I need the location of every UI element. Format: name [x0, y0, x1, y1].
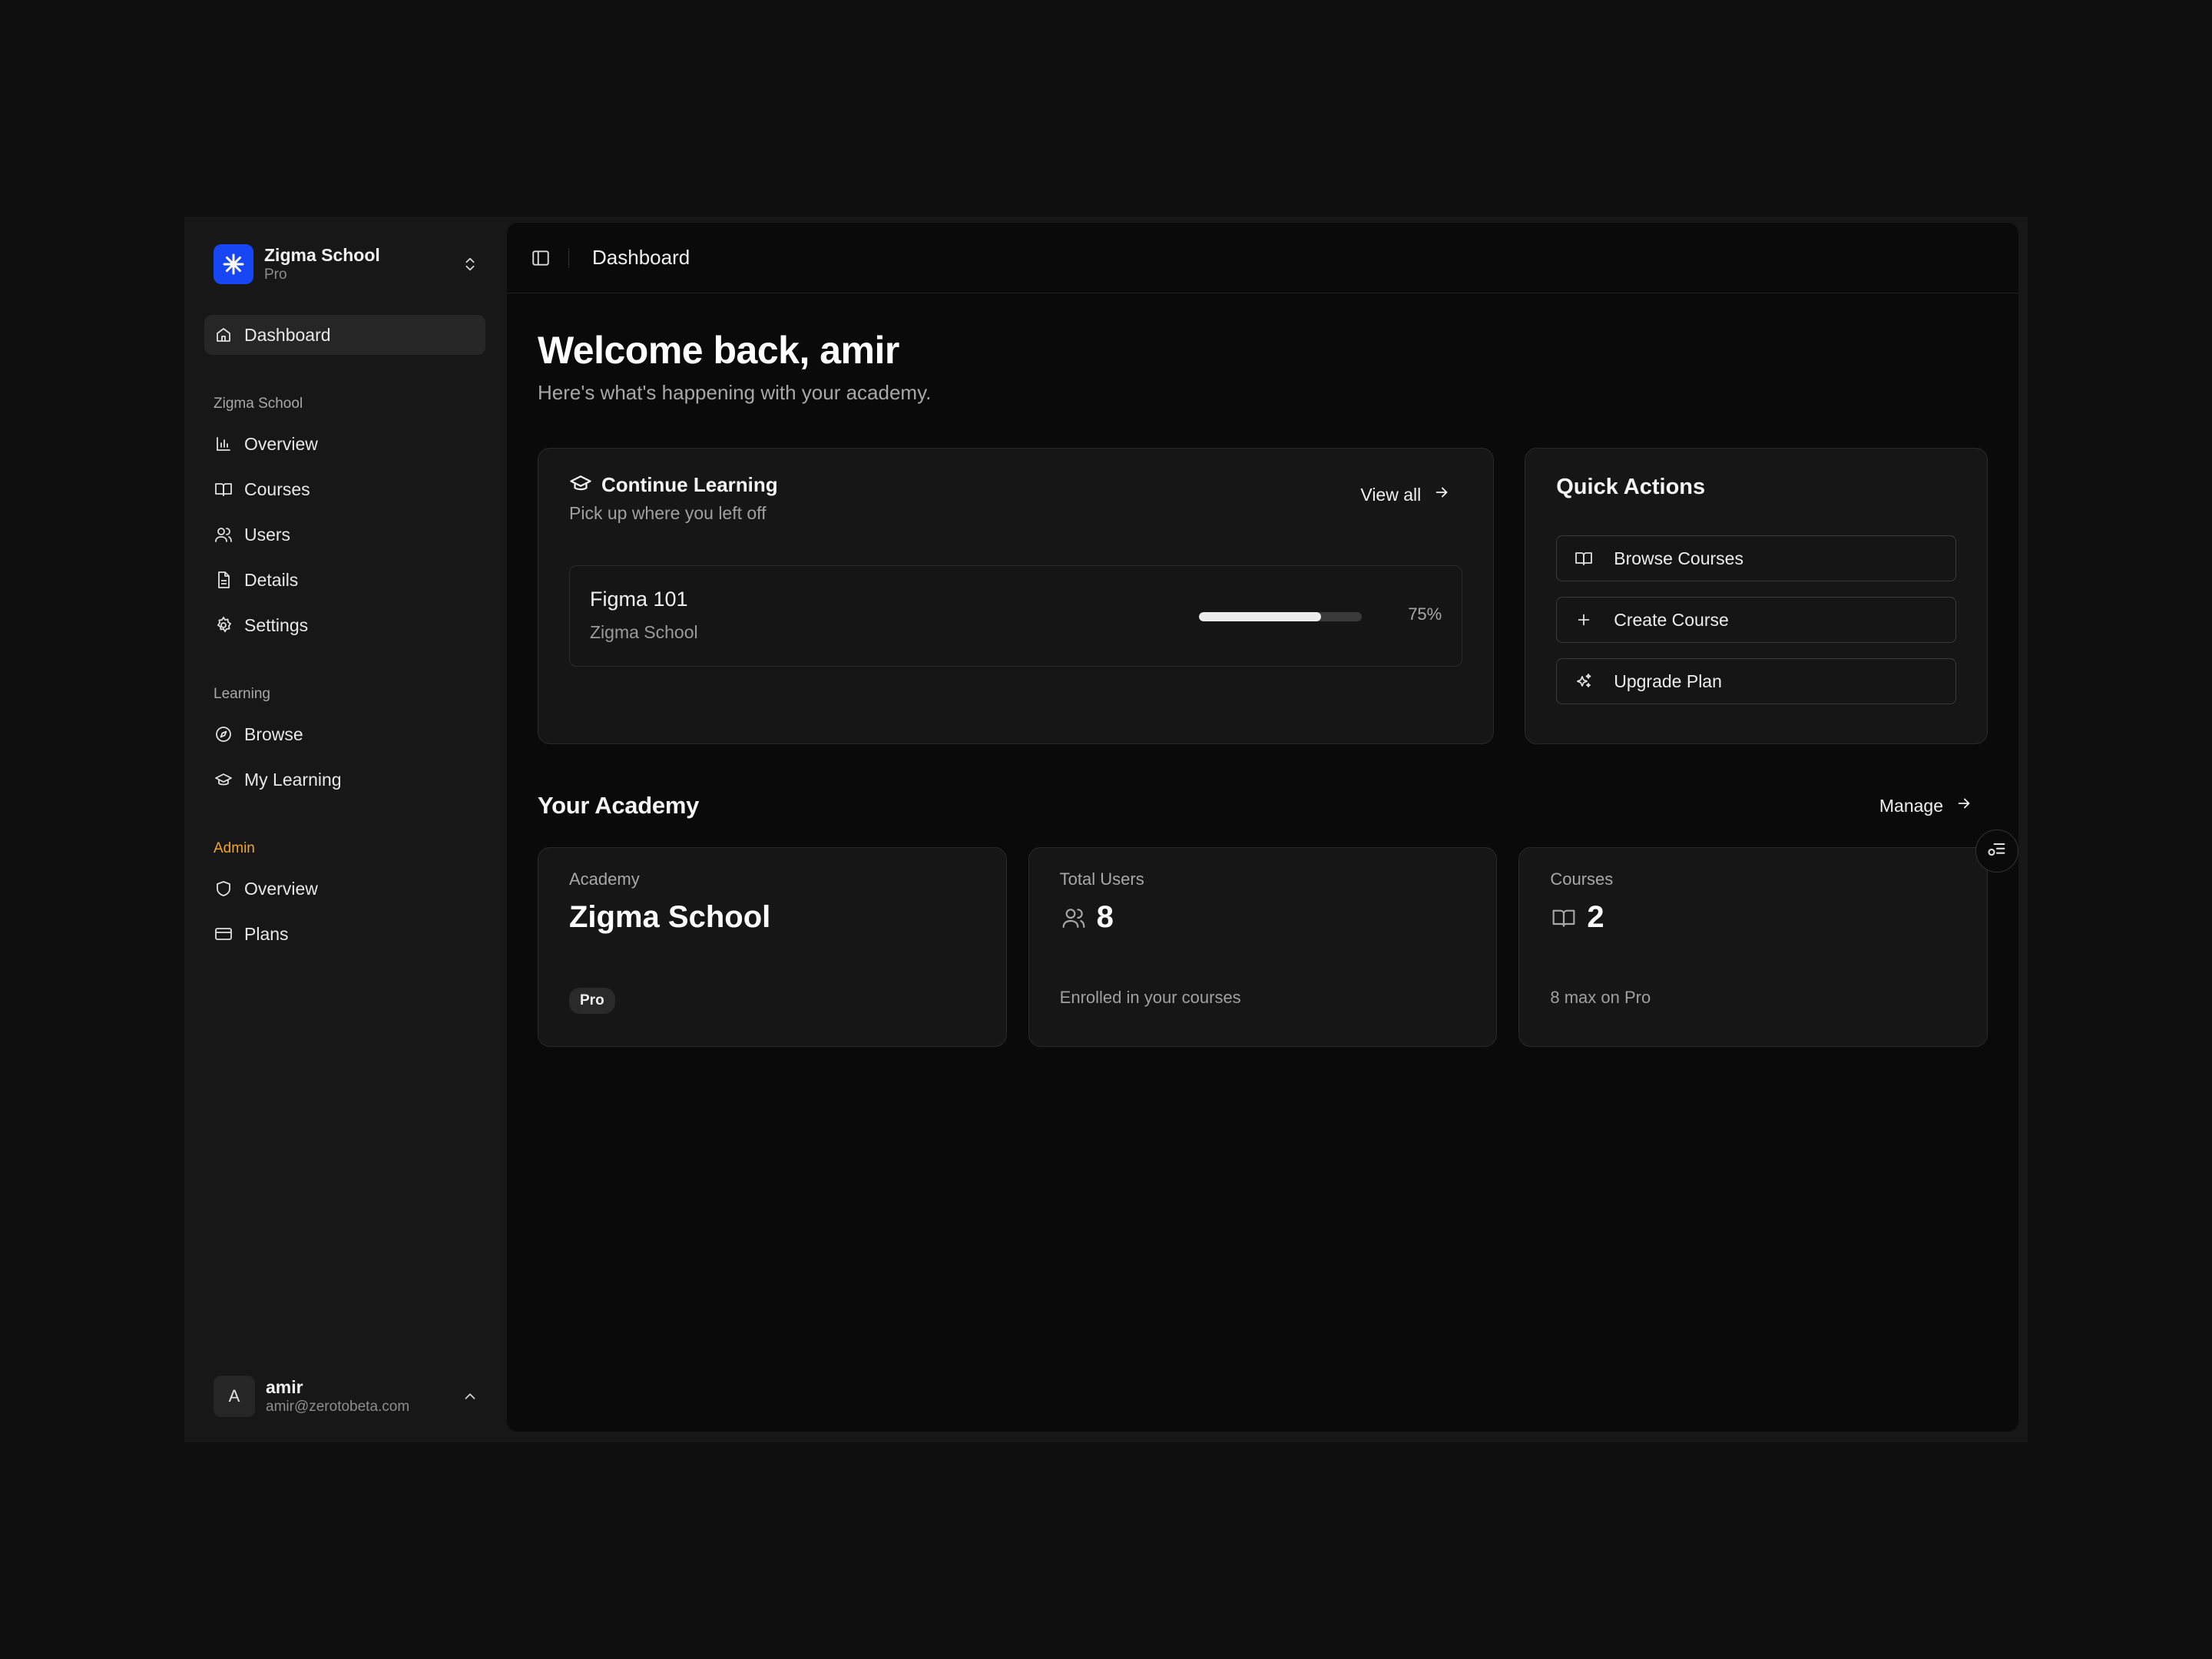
sidebar-item-label: Details — [244, 569, 299, 590]
stat-card-total-users: Total Users 8 Enrolled in your courses — [1028, 847, 1498, 1047]
manage-link[interactable]: Manage — [1879, 795, 1972, 816]
upgrade-plan-button[interactable]: Upgrade Plan — [1556, 658, 1956, 704]
button-label: Upgrade Plan — [1614, 671, 1722, 691]
sidebar-item-overview[interactable]: Overview — [204, 424, 485, 464]
users-icon — [214, 525, 233, 545]
org-switcher[interactable]: Zigma School Pro — [204, 241, 485, 287]
create-course-button[interactable]: Create Course — [1556, 597, 1956, 643]
stat-card-courses: Courses 2 8 max on Pro — [1518, 847, 1988, 1047]
stat-value: 2 — [1587, 900, 1604, 934]
app-window: Zigma School Pro Dashboard Zigma School … — [184, 217, 2028, 1442]
course-name: Figma 101 — [590, 588, 688, 611]
stat-value: 8 — [1096, 900, 1114, 934]
breadcrumb: Dashboard — [592, 246, 690, 269]
gear-icon — [214, 615, 233, 635]
button-label: Browse Courses — [1614, 548, 1743, 568]
sidebar-item-plans[interactable]: Plans — [204, 914, 485, 954]
sidebar: Zigma School Pro Dashboard Zigma School … — [184, 217, 505, 1442]
continue-learning-title: Continue Learning — [601, 473, 778, 496]
course-item[interactable]: Figma 101 Zigma School 75% — [569, 565, 1463, 667]
sidebar-toggle-icon[interactable] — [530, 247, 551, 269]
org-plan: Pro — [264, 267, 287, 283]
arrow-right-icon — [1433, 484, 1450, 505]
plan-badge: Pro — [569, 988, 615, 1014]
progress-fill — [1199, 612, 1322, 621]
compass-icon — [214, 724, 233, 744]
file-text-icon — [214, 570, 233, 590]
sidebar-item-settings[interactable]: Settings — [204, 605, 485, 645]
settings-list-icon — [1986, 839, 2008, 864]
continue-learning-subtitle: Pick up where you left off — [569, 503, 767, 523]
page-subtitle: Here's what's happening with your academ… — [538, 381, 932, 404]
stat-note: Enrolled in your courses — [1059, 988, 1241, 1007]
user-name: amir — [266, 1377, 303, 1397]
book-open-icon — [1550, 904, 1578, 932]
avatar: A — [214, 1376, 255, 1417]
chevron-up-icon[interactable] — [455, 1388, 485, 1405]
sidebar-item-label: My Learning — [244, 769, 342, 790]
plus-icon — [1574, 610, 1594, 630]
sidebar-item-admin-overview[interactable]: Overview — [204, 869, 485, 909]
divider — [568, 247, 569, 268]
shield-icon — [214, 879, 233, 899]
graduation-cap-icon — [214, 770, 233, 790]
user-email: amir@zerotobeta.com — [266, 1399, 410, 1415]
view-all-label: View all — [1360, 484, 1422, 505]
sidebar-item-label: Overview — [244, 878, 318, 899]
course-org: Zigma School — [590, 622, 698, 642]
floating-tools-button[interactable] — [1975, 830, 2018, 873]
browse-courses-button[interactable]: Browse Courses — [1556, 535, 1956, 581]
asterisk-icon — [214, 244, 253, 284]
users-icon — [1060, 904, 1088, 932]
sidebar-item-users[interactable]: Users — [204, 515, 485, 555]
arrow-right-icon — [1955, 795, 1972, 816]
sidebar-item-courses[interactable]: Courses — [204, 469, 485, 509]
section-title-your-academy: Your Academy — [538, 792, 700, 819]
sidebar-item-label: Overview — [244, 433, 318, 454]
quick-actions-card: Quick Actions Browse Courses Create Cour… — [1525, 448, 1988, 744]
page-title: Welcome back, amir — [538, 329, 899, 372]
sidebar-item-my-learning[interactable]: My Learning — [204, 760, 485, 800]
topbar: Dashboard — [507, 223, 2018, 293]
sidebar-item-label: Courses — [244, 478, 310, 499]
group-label-admin: Admin — [214, 840, 255, 856]
graduation-cap-icon — [569, 472, 592, 498]
manage-label: Manage — [1879, 795, 1943, 816]
continue-learning-card: Continue Learning Pick up where you left… — [538, 448, 1495, 744]
stat-label: Total Users — [1059, 869, 1144, 889]
sidebar-item-dashboard[interactable]: Dashboard — [204, 315, 485, 355]
sidebar-item-label: Settings — [244, 614, 309, 635]
sidebar-item-label: Browse — [244, 724, 303, 744]
group-label-learning: Learning — [214, 686, 270, 702]
sparkles-icon — [1574, 671, 1594, 691]
org-name: Zigma School — [264, 245, 380, 265]
book-open-icon — [214, 479, 233, 499]
stat-card-academy: Academy Zigma School Pro — [538, 847, 1007, 1047]
home-icon — [214, 325, 233, 345]
chevrons-up-down-icon[interactable] — [455, 256, 485, 273]
sidebar-item-label: Plans — [244, 923, 289, 944]
progress-percent: 75% — [1408, 604, 1442, 624]
stat-label: Courses — [1550, 869, 1614, 889]
progress-bar — [1199, 612, 1363, 621]
book-open-icon — [1574, 548, 1594, 568]
main-panel: Dashboard Welcome back, amir Here's what… — [507, 223, 2018, 1432]
sidebar-item-browse[interactable]: Browse — [204, 714, 485, 754]
user-menu[interactable]: A amir amir@zerotobeta.com — [204, 1367, 485, 1426]
button-label: Create Course — [1614, 609, 1729, 630]
sidebar-item-label: Dashboard — [244, 324, 331, 345]
bar-chart-icon — [214, 434, 233, 454]
quick-actions-title: Quick Actions — [1556, 475, 1706, 499]
group-label-zigma-school: Zigma School — [214, 396, 303, 412]
credit-card-icon — [214, 924, 233, 944]
sidebar-item-label: Users — [244, 524, 291, 545]
stat-value: Zigma School — [569, 900, 771, 934]
sidebar-item-details[interactable]: Details — [204, 560, 485, 600]
stat-label: Academy — [569, 869, 640, 889]
view-all-link[interactable]: View all — [1360, 484, 1450, 505]
stat-note: 8 max on Pro — [1550, 988, 1651, 1007]
